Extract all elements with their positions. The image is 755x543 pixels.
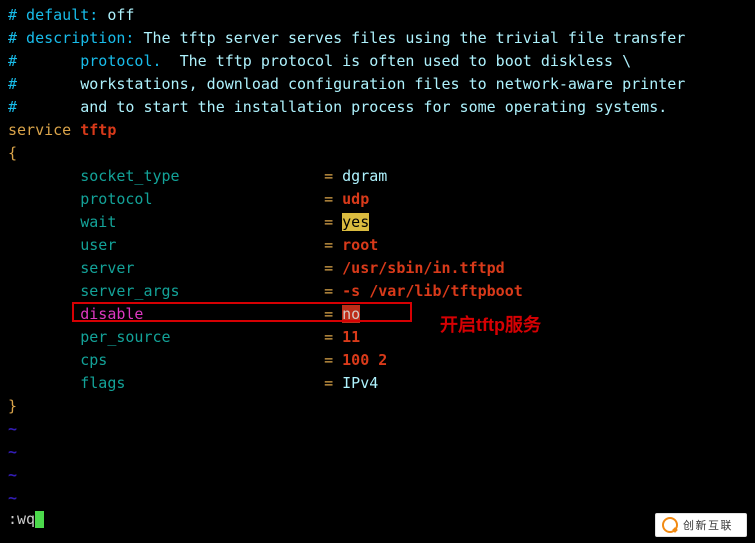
annotation-text: 开启tftp服务 — [440, 311, 541, 337]
highlight-box — [72, 302, 412, 322]
watermark-text: 创新互联 — [683, 517, 733, 533]
watermark-icon — [661, 516, 679, 534]
command-colon: : — [8, 510, 17, 528]
command-text: wq — [17, 510, 35, 528]
vim-command-line[interactable]: :wq — [8, 510, 44, 528]
cursor — [35, 511, 44, 528]
watermark-logo: 创新互联 — [655, 513, 747, 537]
editor-buffer[interactable]: # default: off # description: The tftp s… — [0, 0, 755, 510]
